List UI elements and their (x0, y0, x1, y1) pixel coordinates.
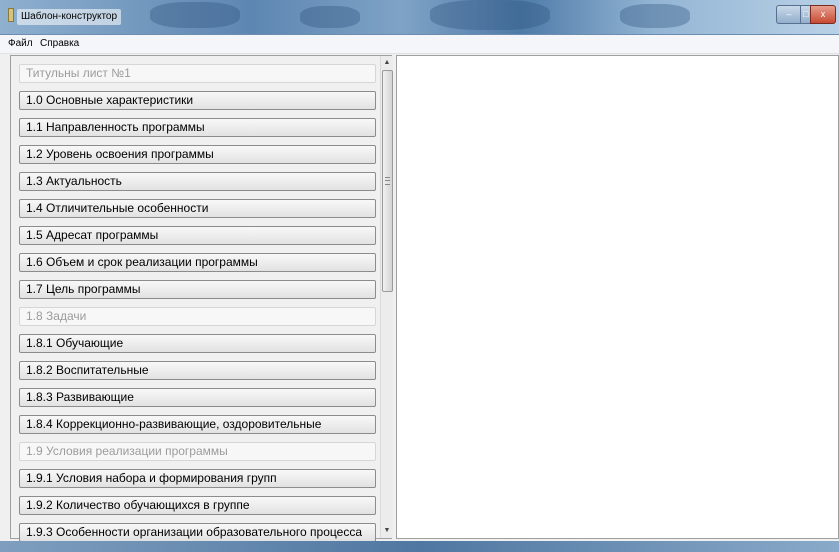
section-1-9-3-button[interactable]: 1.9.3 Особенности организации образовате… (19, 523, 376, 542)
vertical-scrollbar[interactable]: ▲ ▼ (380, 56, 393, 538)
scroll-grip-icon (385, 177, 390, 185)
section-1-8-1-button[interactable]: 1.8.1 Обучающие (19, 334, 376, 353)
scroll-down-arrow-icon[interactable]: ▼ (381, 524, 393, 538)
menu-bar: Файл Справка (0, 35, 839, 54)
scroll-up-arrow-icon[interactable]: ▲ (381, 56, 393, 70)
window-bottom-edge (0, 541, 839, 552)
title-bar-glass-decoration (150, 2, 240, 28)
window-title: Шаблон-конструктор (17, 9, 122, 25)
section-1-9-button[interactable]: 1.9 Условия реализации программы (19, 442, 376, 461)
sections-panel: Титульны лист №1 1.0 Основные характерис… (10, 55, 393, 542)
section-title-page-button[interactable]: Титульны лист №1 (19, 64, 376, 83)
scroll-thumb[interactable] (382, 70, 393, 292)
section-1-5-button[interactable]: 1.5 Адресат программы (19, 226, 376, 245)
section-1-3-button[interactable]: 1.3 Актуальность (19, 172, 376, 191)
minimize-button[interactable]: – (776, 5, 801, 24)
section-1-8-button[interactable]: 1.8 Задачи (19, 307, 376, 326)
section-1-8-4-button[interactable]: 1.8.4 Коррекционно-развивающие, оздорови… (19, 415, 376, 434)
title-bar-glass-decoration (430, 0, 550, 30)
close-icon: x (820, 9, 826, 19)
title-bar-glass-decoration (300, 6, 360, 28)
title-bar-glass-decoration (620, 4, 690, 28)
section-1-9-1-button[interactable]: 1.9.1 Условия набора и формирования груп… (19, 469, 376, 488)
section-1-1-button[interactable]: 1.1 Направленность программы (19, 118, 376, 137)
title-bar: Шаблон-конструктор – □ x (0, 0, 839, 35)
menu-file[interactable]: Файл (8, 37, 33, 51)
section-1-9-2-button[interactable]: 1.9.2 Количество обучающихся в группе (19, 496, 376, 515)
content-area[interactable] (396, 55, 839, 539)
section-1-0-button[interactable]: 1.0 Основные характеристики (19, 91, 376, 110)
app-icon (8, 8, 14, 22)
section-1-7-button[interactable]: 1.7 Цель программы (19, 280, 376, 299)
close-button[interactable]: x (810, 5, 836, 24)
section-1-4-button[interactable]: 1.4 Отличительные особенности (19, 199, 376, 218)
section-1-6-button[interactable]: 1.6 Объем и срок реализации программы (19, 253, 376, 272)
section-1-8-3-button[interactable]: 1.8.3 Развивающие (19, 388, 376, 407)
section-1-2-button[interactable]: 1.2 Уровень освоения программы (19, 145, 376, 164)
section-1-8-2-button[interactable]: 1.8.2 Воспитательные (19, 361, 376, 380)
minimize-icon: – (786, 9, 792, 19)
menu-help[interactable]: Справка (40, 37, 79, 51)
section-list: Титульны лист №1 1.0 Основные характерис… (19, 64, 376, 550)
